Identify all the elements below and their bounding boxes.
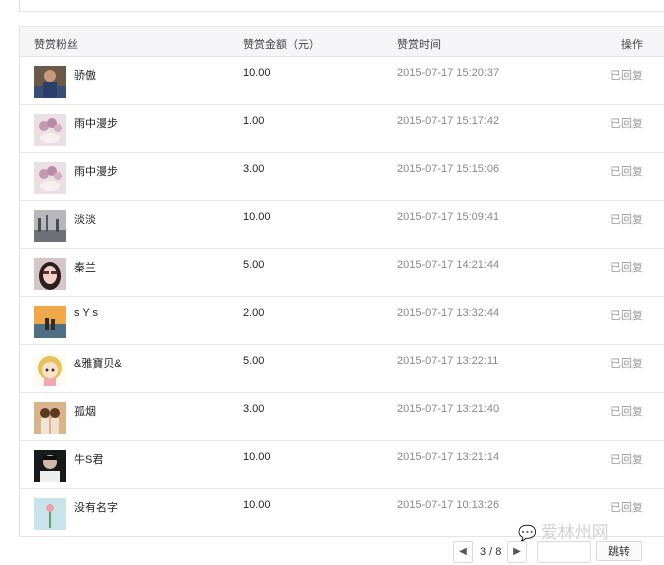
avatar: [34, 402, 66, 434]
amount-cell: 10.00: [243, 67, 271, 79]
fan-name: 骄傲: [74, 70, 96, 82]
reply-status[interactable]: 已回复: [610, 259, 643, 275]
time-cell: 2015-07-17 15:20:37: [397, 67, 500, 79]
reply-status[interactable]: 已回复: [610, 163, 643, 179]
fan-name: 没有名字: [74, 502, 118, 514]
header-action: 操作: [621, 39, 643, 51]
reply-status[interactable]: 已回复: [610, 403, 643, 419]
time-cell: 2015-07-17 13:22:11: [397, 355, 499, 367]
chevron-left-icon: ◀: [459, 546, 467, 557]
reply-status[interactable]: 已回复: [610, 115, 643, 131]
amount-cell: 3.00: [243, 403, 265, 415]
table-row: 淡淡 10.00 2015-07-17 15:09:41 已回复: [20, 201, 664, 249]
reply-status[interactable]: 已回复: [610, 211, 643, 227]
fan-name: 孤烟: [74, 406, 96, 418]
table-row: 雨中漫步 3.00 2015-07-17 15:15:06 已回复: [20, 153, 664, 201]
reply-status[interactable]: 已回复: [610, 355, 643, 371]
time-cell: 2015-07-17 15:09:41: [397, 211, 500, 223]
amount-cell: 5.00: [243, 355, 265, 367]
avatar: [34, 162, 66, 194]
table-row: 雨中漫步 1.00 2015-07-17 15:17:42 已回复: [20, 105, 664, 153]
avatar: [34, 306, 66, 338]
page-indicator: 3 / 8: [480, 546, 502, 558]
time-cell: 2015-07-17 10:13:26: [397, 499, 500, 511]
amount-cell: 10.00: [243, 451, 271, 463]
wechat-icon: 💬: [518, 524, 537, 542]
chevron-right-icon: ▶: [513, 546, 521, 557]
fan-name: 雨中漫步: [74, 166, 118, 178]
amount-cell: 10.00: [243, 499, 271, 511]
fan-name: s Y s: [74, 307, 99, 319]
watermark-text: 爱林州网: [540, 523, 609, 543]
amount-cell: 10.00: [243, 211, 271, 223]
table-body: 骄傲 10.00 2015-07-17 15:20:37 已回复 雨中漫步 1.00 201…: [20, 57, 664, 536]
fan-name: 雨中漫步: [74, 118, 118, 130]
avatar: [34, 258, 66, 290]
avatar: [34, 114, 66, 146]
time-cell: 2015-07-17 14:21:44: [397, 259, 500, 271]
fan-name: &雅寶贝&: [74, 358, 122, 370]
table-row: s Y s 2.00 2015-07-17 13:32:44 已回复: [20, 297, 664, 345]
watermark: 💬 爱林州网: [518, 518, 609, 543]
top-panel-edge: [19, 0, 664, 12]
reply-status[interactable]: 已回复: [610, 307, 643, 323]
time-cell: 2015-07-17 13:21:14: [397, 451, 500, 463]
page-jump-input[interactable]: [537, 541, 591, 563]
amount-cell: 2.00: [243, 307, 265, 319]
table-row: 孤烟 3.00 2015-07-17 13:21:40 已回复: [20, 393, 664, 441]
time-cell: 2015-07-17 13:32:44: [397, 307, 500, 319]
avatar: [34, 354, 66, 386]
amount-cell: 5.00: [243, 259, 265, 271]
table-row: &雅寶贝& 5.00 2015-07-17 13:22:11 已回复: [20, 345, 664, 393]
avatar: [34, 450, 66, 482]
header-amount: 赞赏金额（元）: [243, 39, 320, 51]
avatar: [34, 210, 66, 242]
avatar: [34, 498, 66, 530]
time-cell: 2015-07-17 15:17:42: [397, 115, 500, 127]
prev-page-button[interactable]: ◀: [453, 541, 473, 563]
table-header: 赞赏粉丝 赞赏金额（元） 赞赏时间 操作: [20, 26, 664, 57]
time-cell: 2015-07-17 13:21:40: [397, 403, 500, 415]
header-fan: 赞赏粉丝: [34, 39, 78, 51]
amount-cell: 3.00: [243, 163, 265, 175]
jump-button[interactable]: 跳转: [596, 541, 642, 561]
reward-table: 赞赏粉丝 赞赏金额（元） 赞赏时间 操作 骄傲 10.00 2015-07-17 1…: [19, 26, 664, 537]
table-row: 秦兰 5.00 2015-07-17 14:21:44 已回复: [20, 249, 664, 297]
fan-name: 秦兰: [74, 262, 96, 274]
next-page-button[interactable]: ▶: [507, 541, 527, 563]
fan-name: 牛S君: [74, 454, 104, 466]
avatar: [34, 66, 66, 98]
amount-cell: 1.00: [243, 115, 265, 127]
header-time: 赞赏时间: [397, 39, 441, 51]
fan-name: 淡淡: [74, 214, 96, 226]
reply-status[interactable]: 已回复: [610, 67, 643, 83]
reply-status[interactable]: 已回复: [610, 499, 643, 515]
table-row: 骄傲 10.00 2015-07-17 15:20:37 已回复: [20, 57, 664, 105]
time-cell: 2015-07-17 15:15:06: [397, 163, 500, 175]
table-row: 牛S君 10.00 2015-07-17 13:21:14 已回复: [20, 441, 664, 489]
reply-status[interactable]: 已回复: [610, 451, 643, 467]
